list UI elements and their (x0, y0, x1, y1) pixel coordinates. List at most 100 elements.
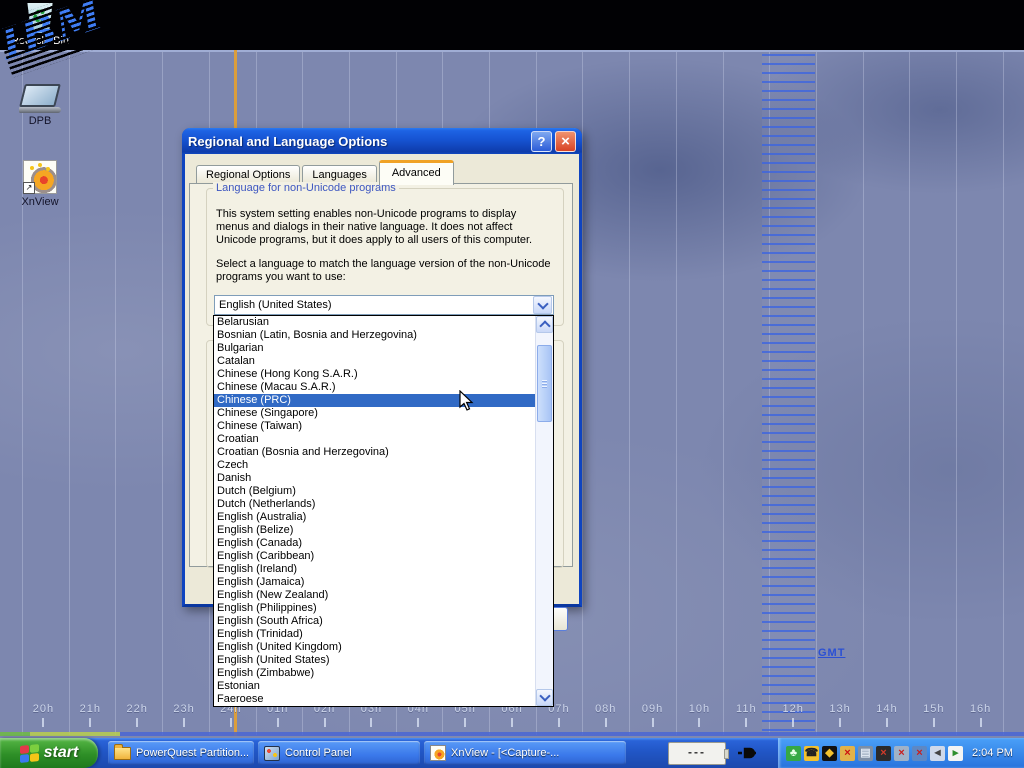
gmt-label: GMT (818, 647, 845, 659)
timeline-tick (183, 718, 185, 727)
timeline-tick (652, 718, 654, 727)
chevron-up-icon (539, 320, 550, 331)
start-button-label: start (44, 744, 79, 762)
computer-icon[interactable]: ▤ (858, 746, 873, 761)
desktop-icon-xnview[interactable]: ↗ XnView (12, 160, 68, 208)
timeline-tick (464, 718, 466, 727)
taskbar-buttons: PowerQuest Partition...Control Panel XnVi… (108, 741, 626, 765)
phone-status-icon[interactable]: ☎ (804, 746, 819, 761)
list-item[interactable]: English (New Zealand) (214, 589, 536, 602)
taskbar-button[interactable]: XnView - [<Capture-... (424, 741, 626, 765)
list-item[interactable]: Chinese (Hong Kong S.A.R.) (214, 368, 536, 381)
list-item[interactable]: English (Ireland) (214, 563, 536, 576)
list-item[interactable]: English (Jamaica) (214, 576, 536, 589)
list-item[interactable]: English (South Africa) (214, 615, 536, 628)
start-button[interactable]: start (0, 738, 98, 768)
scroll-down-button[interactable] (536, 689, 553, 706)
timeline-hour: 20h (20, 703, 67, 727)
control-panel-icon (264, 746, 280, 761)
combobox-dropdown-button[interactable] (533, 296, 552, 314)
list-item[interactable]: English (Australia) (214, 511, 536, 524)
desktop-icon-dpb[interactable]: DPB (10, 84, 70, 127)
folder-icon (114, 747, 131, 760)
list-item[interactable]: Chinese (Macau S.A.R.) (214, 381, 536, 394)
list-item[interactable]: Croatian (Bosnia and Herzegovina) (214, 446, 536, 459)
volume-icon[interactable]: ◄ (930, 746, 945, 761)
timezone-line (1003, 52, 1004, 735)
timeline-tick (324, 718, 326, 727)
windows-flag-icon (20, 744, 39, 763)
list-item[interactable]: English (Caribbean) (214, 550, 536, 563)
timeline-tick (839, 718, 841, 727)
gmt-ladder-strip (762, 54, 815, 733)
list-item[interactable]: Chinese (PRC) (214, 394, 536, 407)
list-item[interactable]: Chinese (Singapore) (214, 407, 536, 420)
dialog-titlebar[interactable]: Regional and Language Options ? × (182, 128, 582, 154)
timeline-tick (277, 718, 279, 727)
wallpaper-bottom-band (0, 732, 1024, 736)
list-item[interactable]: English (Canada) (214, 537, 536, 550)
taskbar-button[interactable]: PowerQuest Partition... (108, 741, 254, 765)
list-item[interactable]: English (Philippines) (214, 602, 536, 615)
list-item[interactable]: English (Zimbabwe) (214, 667, 536, 680)
scrollbar-thumb[interactable] (537, 345, 552, 422)
list-item[interactable]: Bosnian (Latin, Bosnia and Herzegovina) (214, 329, 536, 342)
network-disconnected-icon[interactable]: × (912, 746, 927, 761)
timezone-line (115, 52, 116, 735)
list-item[interactable]: Danish (214, 472, 536, 485)
green-utility-icon[interactable]: ♣ (786, 746, 801, 761)
timeline-tick (605, 718, 607, 727)
top-black-bar: ♻ Recycle Bin IBM (0, 0, 1024, 50)
language-combobox[interactable]: English (United States) (214, 295, 554, 315)
list-item[interactable]: Dutch (Netherlands) (214, 498, 536, 511)
list-item[interactable]: English (Belize) (214, 524, 536, 537)
list-item[interactable]: Bulgarian (214, 342, 536, 355)
timezone-line (816, 52, 817, 735)
list-item[interactable]: Belarusian (214, 316, 536, 329)
timeline-hour: 14h (863, 703, 910, 727)
list-item[interactable]: English (United States) (214, 654, 536, 667)
taskbar-clock[interactable]: 2:04 PM (972, 747, 1013, 759)
alert-diamond-icon[interactable]: ◆ (822, 746, 837, 761)
system-tray: ♣☎◆×▤×××◄▸ 2:04 PM (778, 738, 1024, 768)
list-item[interactable]: English (United Kingdom) (214, 641, 536, 654)
list-item[interactable]: Czech (214, 459, 536, 472)
timeline-tick (980, 718, 982, 727)
network-drive-disconnected-icon[interactable]: × (876, 746, 891, 761)
desktop-icon-label: XnView (12, 196, 68, 208)
users-offline-icon[interactable]: × (840, 746, 855, 761)
chevron-down-icon (539, 690, 550, 701)
timeline-hour: 15h (910, 703, 957, 727)
list-item[interactable]: Catalan (214, 355, 536, 368)
taskbar-button[interactable]: Control Panel (258, 741, 420, 765)
battery-meter[interactable]: --- (668, 742, 726, 765)
timezone-line (162, 52, 163, 735)
close-button[interactable]: × (555, 131, 576, 152)
list-item[interactable]: Chinese (Taiwan) (214, 420, 536, 433)
display-error-icon[interactable]: × (894, 746, 909, 761)
list-scrollbar[interactable] (535, 316, 553, 706)
timeline-tick (745, 718, 747, 727)
list-item[interactable]: Croatian (214, 433, 536, 446)
scheduled-task-icon[interactable]: ▸ (948, 746, 963, 761)
laptop-icon (10, 84, 70, 113)
help-button[interactable]: ? (531, 131, 552, 152)
list-item[interactable]: Faeroese (214, 693, 536, 706)
timeline-hour: 23h (161, 703, 208, 727)
wallpaper-top-strip (0, 50, 1024, 52)
scroll-up-button[interactable] (536, 316, 553, 333)
timezone-line (22, 52, 23, 735)
timezone-line (582, 52, 583, 735)
timeline-tick (230, 718, 232, 727)
timeline-tick (933, 718, 935, 727)
timeline-hour: 09h (629, 703, 676, 727)
tab-advanced[interactable]: Advanced (379, 160, 454, 185)
timeline-hour: 12h (770, 703, 817, 727)
timeline-tick (42, 718, 44, 727)
taskbar-button-label: XnView - [<Capture-... (451, 747, 559, 759)
list-item[interactable]: Dutch (Belgium) (214, 485, 536, 498)
list-item[interactable]: Estonian (214, 680, 536, 693)
description-text: This system setting enables non-Unicode … (216, 208, 552, 247)
timezone-line (723, 52, 724, 735)
list-item[interactable]: English (Trinidad) (214, 628, 536, 641)
